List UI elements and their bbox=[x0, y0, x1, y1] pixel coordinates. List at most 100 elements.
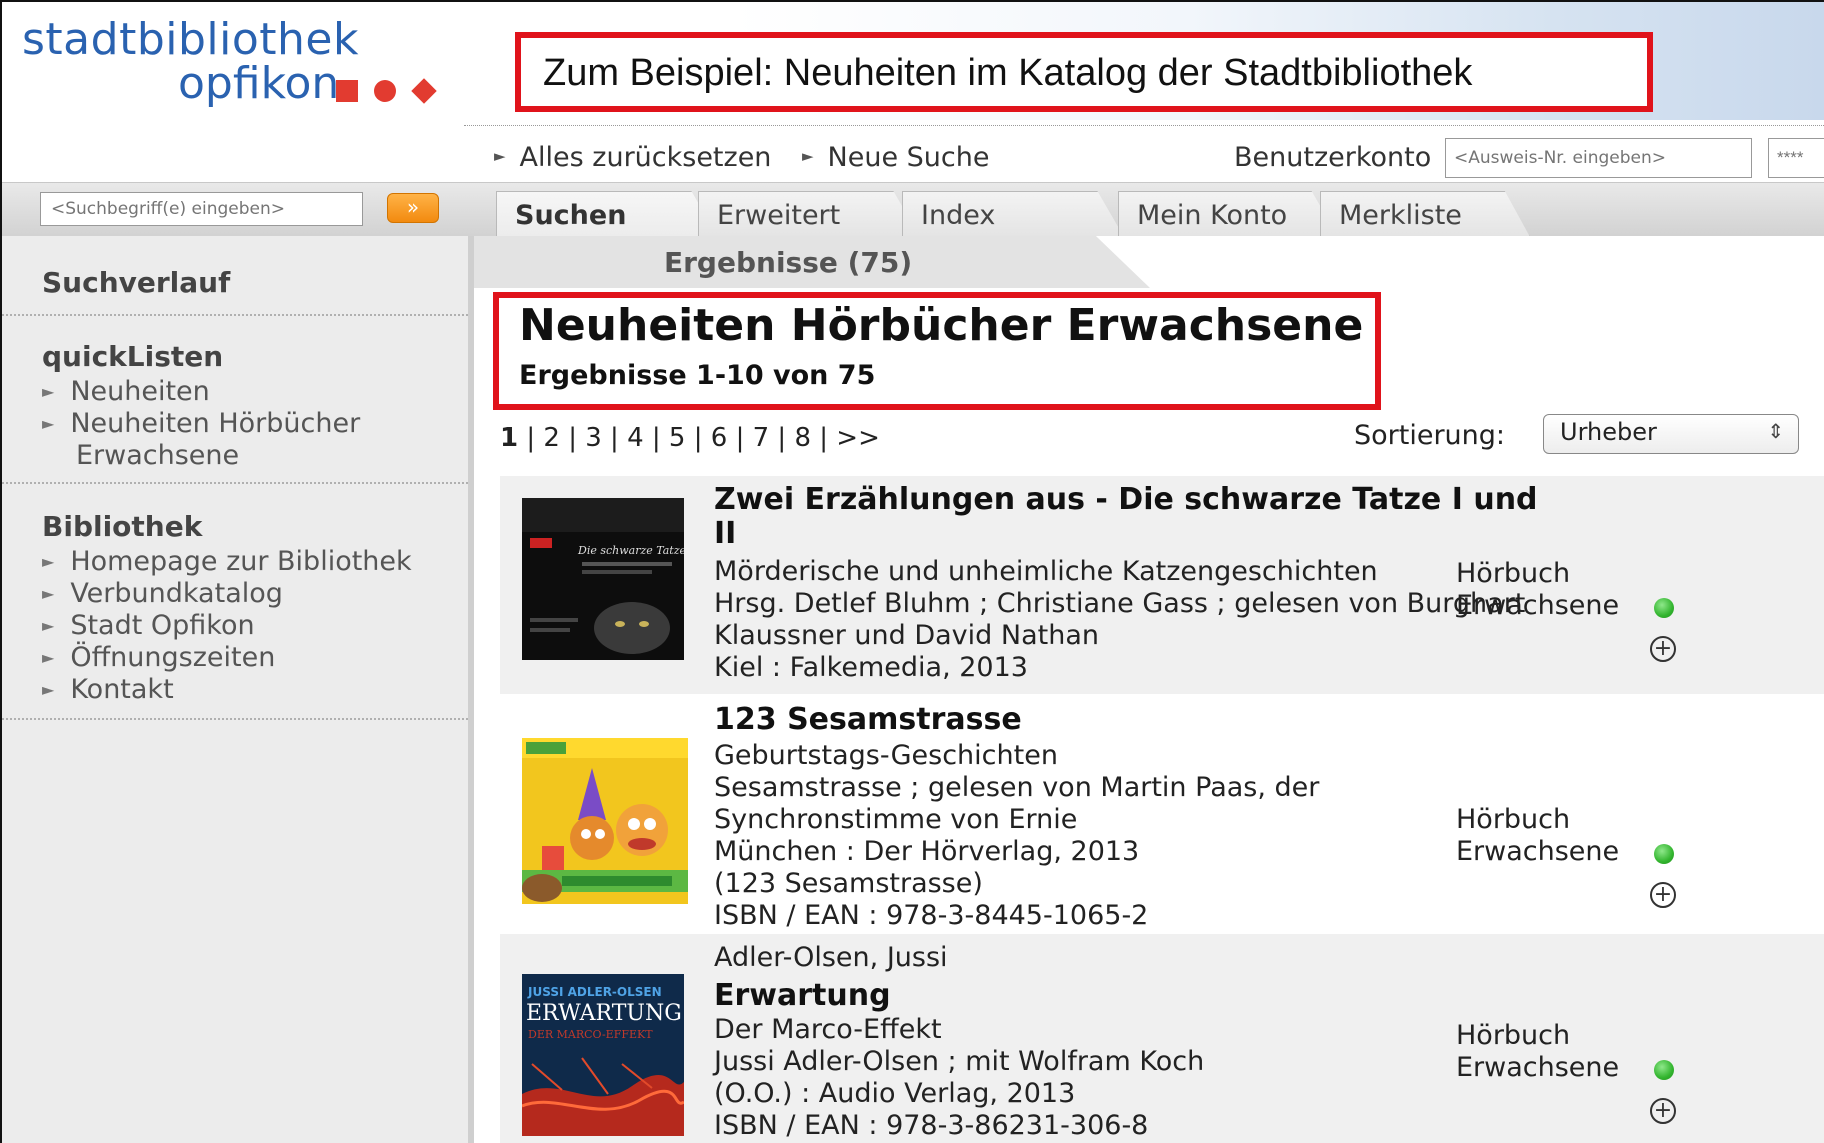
reset-link[interactable]: ► Alles zurücksetzen bbox=[494, 142, 771, 173]
library-logo[interactable]: stadtbibliothek opfikon bbox=[2, 2, 462, 120]
sidebar-item-label: Homepage zur Bibliothek bbox=[70, 546, 412, 577]
results-tab-label: Ergebnisse (75) bbox=[664, 246, 913, 279]
tab-erweitert[interactable]: Erweitert bbox=[698, 191, 920, 237]
page-link[interactable]: 5 bbox=[669, 423, 686, 453]
media-type-line1: Hörbuch bbox=[1456, 1020, 1571, 1051]
svg-text:Die schwarze Tatze: Die schwarze Tatze bbox=[577, 544, 684, 557]
cover-erwartung-icon: JUSSI ADLER-OLSEN ERWARTUNG DER MARCO-EF… bbox=[522, 974, 684, 1136]
page-link[interactable]: 7 bbox=[753, 423, 770, 453]
cover-image[interactable]: JUSSI ADLER-OLSEN ERWARTUNG DER MARCO-EF… bbox=[522, 974, 684, 1136]
sidebar-item-label: Öffnungszeiten bbox=[70, 642, 276, 673]
page-title: Neuheiten Hörbücher Erwachsene bbox=[519, 300, 1364, 351]
triangle-right-icon: ► bbox=[42, 648, 55, 667]
result-series[interactable]: (123 Sesamstrasse) bbox=[714, 868, 983, 899]
results-heading-highlight: Neuheiten Hörbücher Erwachsene Ergebniss… bbox=[493, 292, 1381, 410]
sidebar-item-verbundkatalog[interactable]: ► Verbundkatalog bbox=[42, 578, 283, 610]
tab-suchen[interactable]: Suchen bbox=[496, 191, 718, 237]
cover-author-text: JUSSI ADLER-OLSEN bbox=[527, 985, 662, 999]
result-subtitle: Geburtstags-Geschichten bbox=[714, 740, 1058, 771]
updown-arrows-icon: ⇕ bbox=[1767, 419, 1784, 443]
available-dot-icon bbox=[1654, 598, 1674, 618]
account-label: Benutzerkonto bbox=[1234, 142, 1432, 173]
result-title[interactable]: Erwartung bbox=[714, 978, 891, 1013]
tab-label: Index bbox=[921, 200, 996, 231]
result-credits-continued: Klaussner und David Nathan bbox=[714, 620, 1099, 651]
result-title-continued[interactable]: II bbox=[714, 516, 736, 551]
result-credits: Hrsg. Detlef Bluhm ; Christiane Gass ; g… bbox=[714, 588, 1526, 619]
result-credits-continued: Synchronstimme von Ernie bbox=[714, 804, 1078, 835]
page-link-current[interactable]: 1 bbox=[500, 423, 518, 453]
triangle-right-icon: ► bbox=[42, 552, 55, 571]
add-to-list-icon[interactable]: + bbox=[1650, 882, 1676, 908]
tab-index[interactable]: Index bbox=[902, 191, 1124, 237]
media-type-line1: Hörbuch bbox=[1456, 558, 1571, 589]
triangle-right-icon: ► bbox=[42, 414, 55, 433]
tab-label: Erweitert bbox=[717, 200, 841, 231]
result-credits: Jussi Adler-Olsen ; mit Wolfram Koch bbox=[714, 1046, 1205, 1077]
search-button[interactable]: » bbox=[387, 193, 439, 223]
result-publisher: (O.O.) : Audio Verlag, 2013 bbox=[714, 1078, 1076, 1109]
sidebar-item-label-continued[interactable]: Erwachsene bbox=[76, 440, 239, 472]
pagination: 1 | 2 | 3 | 4 | 5 | 6 | 7 | 8 | >> bbox=[500, 423, 880, 453]
page-link[interactable]: 2 bbox=[543, 423, 560, 453]
search-input[interactable] bbox=[40, 192, 363, 226]
result-title[interactable]: 123 Sesamstrasse bbox=[714, 702, 1022, 737]
media-type-line1: Hörbuch bbox=[1456, 804, 1571, 835]
triangle-right-icon: ► bbox=[42, 382, 55, 401]
new-search-link[interactable]: ► Neue Suche bbox=[802, 142, 989, 173]
divider bbox=[464, 125, 1824, 126]
media-type-line2: Erwachsene bbox=[1456, 836, 1620, 867]
results-count: Ergebnisse 1-10 von 75 bbox=[519, 360, 876, 391]
result-item[interactable]: 123 Sesamstrasse Geburtstags-Geschichten… bbox=[500, 696, 1824, 932]
result-subtitle: Der Marco-Effekt bbox=[714, 1014, 942, 1045]
result-item[interactable]: JUSSI ADLER-OLSEN ERWARTUNG DER MARCO-EF… bbox=[500, 934, 1824, 1143]
cover-image[interactable]: Die schwarze Tatze bbox=[522, 498, 684, 660]
page-link-next[interactable]: >> bbox=[836, 423, 880, 453]
sidebar-item-kontakt[interactable]: ► Kontakt bbox=[42, 674, 174, 706]
sidebar-item-neuheiten[interactable]: ► Neuheiten bbox=[42, 376, 210, 408]
sidebar-item-neuheiten-hoerbuecher[interactable]: ► Neuheiten Hörbücher bbox=[42, 408, 360, 440]
tab-merkliste[interactable]: Merkliste bbox=[1320, 191, 1530, 237]
history-heading: Suchverlauf bbox=[42, 266, 231, 299]
result-subtitle: Mörderische und unheimliche Katzengeschi… bbox=[714, 556, 1378, 587]
media-type: Hörbuch Erwachsene bbox=[1456, 1020, 1619, 1084]
password-input[interactable] bbox=[1768, 138, 1824, 178]
result-author[interactable]: Adler-Olsen, Jussi bbox=[714, 942, 948, 973]
media-type-line2: Erwachsene bbox=[1456, 590, 1620, 621]
card-number-input[interactable] bbox=[1445, 138, 1752, 178]
sidebar-item-oeffnungszeiten[interactable]: ► Öffnungszeiten bbox=[42, 642, 275, 674]
sidebar-item-homepage[interactable]: ► Homepage zur Bibliothek bbox=[42, 546, 412, 578]
result-isbn: ISBN / EAN : 978-3-86231-306-8 bbox=[714, 1110, 1149, 1141]
triangle-right-icon: ► bbox=[42, 680, 55, 699]
result-publisher: Kiel : Falkemedia, 2013 bbox=[714, 652, 1028, 683]
cover-sesame-street-icon bbox=[522, 738, 688, 904]
add-to-list-icon[interactable]: + bbox=[1650, 1098, 1676, 1124]
sidebar-item-stadt-opfikon[interactable]: ► Stadt Opfikon bbox=[42, 610, 255, 642]
reset-link-label: Alles zurücksetzen bbox=[519, 142, 772, 173]
sort-select[interactable]: Urheber ⇕ bbox=[1543, 414, 1799, 454]
sidebar-item-label: Verbundkatalog bbox=[70, 578, 283, 609]
available-dot-icon bbox=[1654, 1060, 1674, 1080]
tab-label: Mein Konto bbox=[1137, 200, 1288, 231]
new-search-link-label: Neue Suche bbox=[827, 142, 990, 173]
page-link[interactable]: 3 bbox=[585, 423, 602, 453]
cover-image[interactable] bbox=[522, 738, 688, 904]
add-to-list-icon[interactable]: + bbox=[1650, 636, 1676, 662]
results-tab[interactable]: Ergebnisse (75) bbox=[474, 236, 1150, 288]
page-frame: stadtbibliothek opfikon Zum Beispiel: Ne… bbox=[0, 0, 1824, 1143]
page-link[interactable]: 6 bbox=[711, 423, 728, 453]
triangle-right-icon: ► bbox=[802, 147, 814, 165]
result-title[interactable]: Zwei Erzählungen aus - Die schwarze Tatz… bbox=[714, 482, 1538, 517]
logo-shapes-icon bbox=[336, 76, 452, 104]
sort-value: Urheber bbox=[1560, 418, 1657, 446]
tab-mein-konto[interactable]: Mein Konto bbox=[1118, 191, 1338, 237]
page-link[interactable]: 8 bbox=[794, 423, 811, 453]
page-link[interactable]: 4 bbox=[627, 423, 644, 453]
divider bbox=[2, 718, 468, 720]
triangle-right-icon: ► bbox=[42, 584, 55, 603]
result-item[interactable]: Die schwarze Tatze Zwei Erzählungen aus … bbox=[500, 476, 1824, 694]
tab-label: Merkliste bbox=[1339, 200, 1462, 231]
divider bbox=[2, 314, 468, 316]
triangle-right-icon: ► bbox=[42, 616, 55, 635]
result-isbn: ISBN / EAN : 978-3-8445-1065-2 bbox=[714, 900, 1149, 931]
